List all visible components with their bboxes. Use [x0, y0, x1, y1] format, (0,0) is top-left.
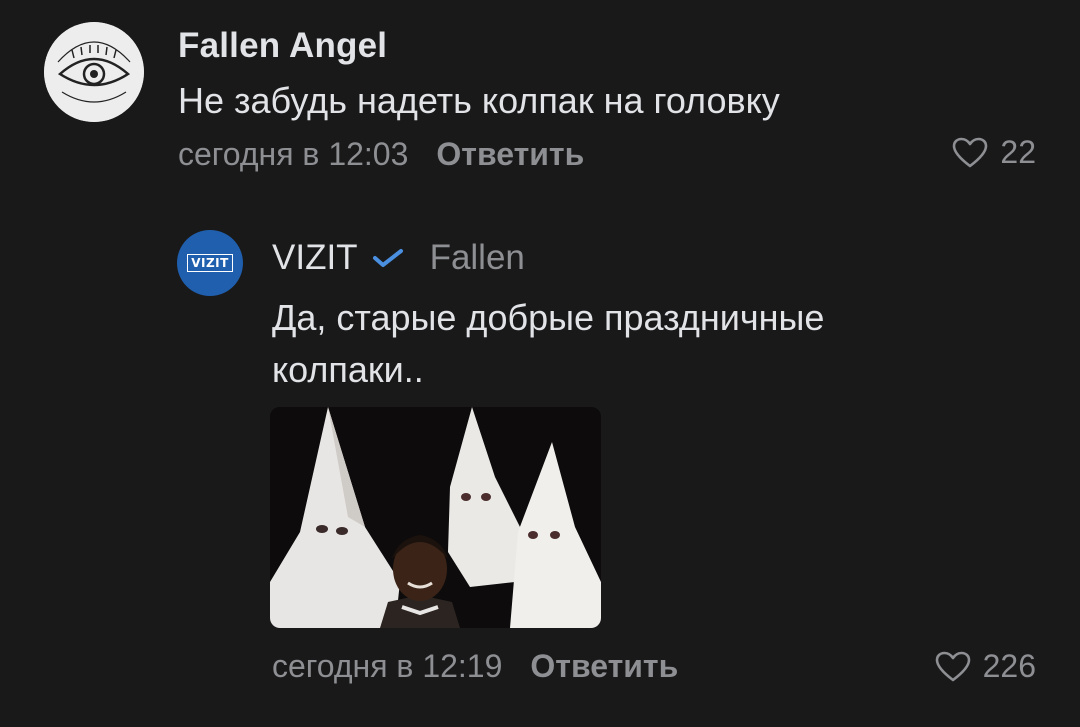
- comment-text: Не забудь надеть колпак на головку: [178, 80, 780, 121]
- timestamp: сегодня в 12:19: [272, 648, 503, 684]
- reply-header: VIZIT Fallen: [272, 238, 525, 278]
- like-count: 226: [982, 648, 1036, 684]
- reply-button[interactable]: Ответить: [530, 648, 678, 684]
- comment-text: Да, старые добрые праздничные колпаки..: [272, 297, 825, 390]
- vizit-logo: VIZIT: [187, 254, 233, 272]
- like-count: 22: [1000, 134, 1036, 170]
- timestamp: сегодня в 12:03: [178, 136, 409, 172]
- comment-thread: Fallen Angel Не забудь надеть колпак на …: [0, 0, 1080, 727]
- photo-image: [270, 407, 601, 628]
- eye-logo-icon: [44, 22, 144, 122]
- like-button[interactable]: 226: [935, 648, 1036, 685]
- reply-to-name[interactable]: Fallen: [430, 238, 525, 278]
- avatar[interactable]: [44, 22, 144, 122]
- author-name[interactable]: Fallen Angel: [178, 26, 387, 66]
- author-name[interactable]: VIZIT: [272, 238, 358, 278]
- avatar[interactable]: VIZIT: [177, 230, 243, 296]
- heart-icon: [935, 651, 970, 681]
- like-button[interactable]: 22: [952, 134, 1036, 171]
- attached-photo[interactable]: [270, 407, 601, 628]
- checkmark-icon: [372, 247, 404, 269]
- comment-meta: сегодня в 12:19 Ответить: [272, 648, 678, 685]
- comment-meta: сегодня в 12:03 Ответить: [178, 136, 584, 173]
- reply-button[interactable]: Ответить: [436, 136, 584, 172]
- heart-icon: [953, 137, 988, 167]
